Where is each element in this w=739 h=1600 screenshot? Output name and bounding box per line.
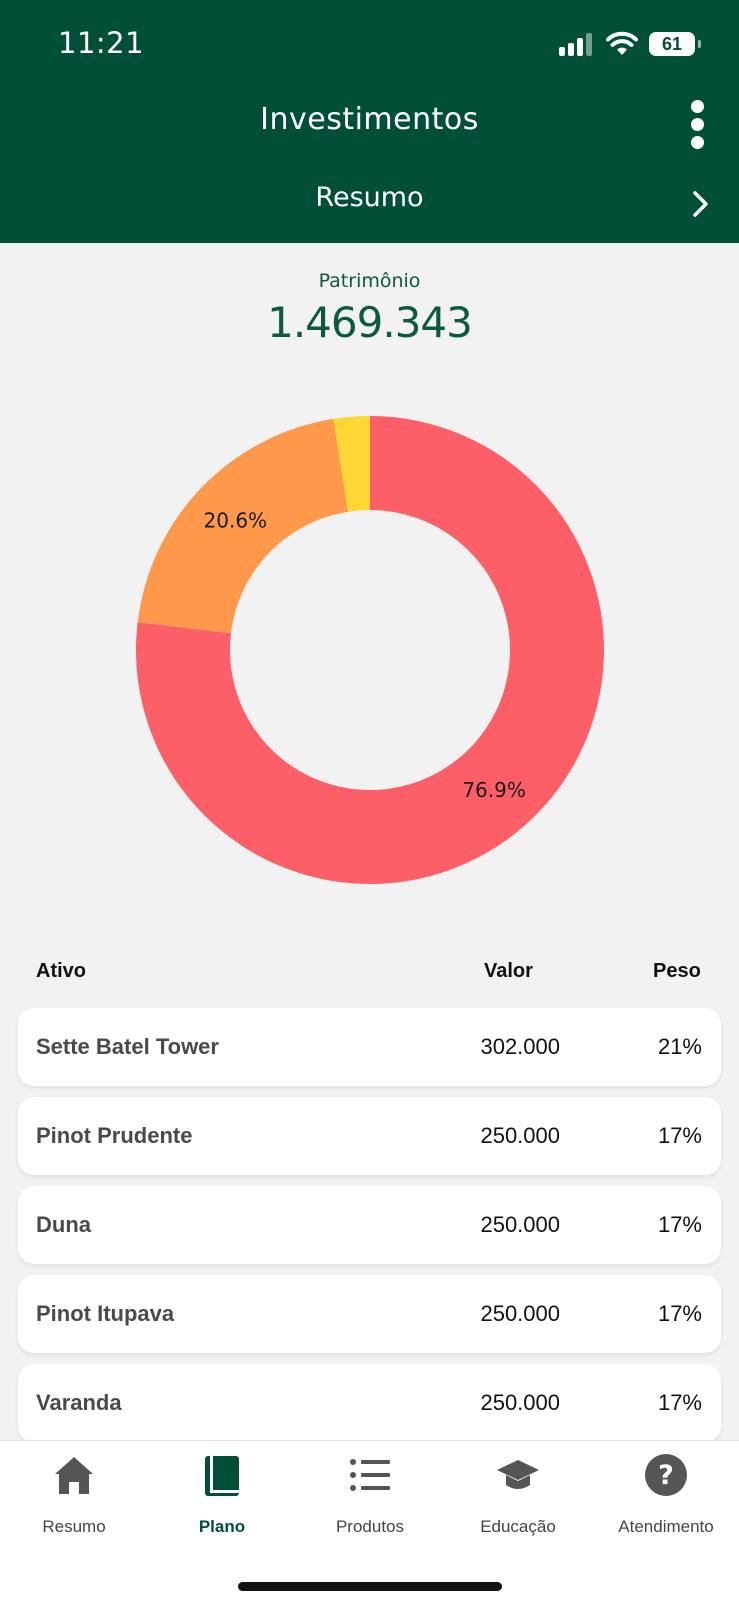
book-icon: [205, 1456, 239, 1496]
allocation-donut-chart[interactable]: 76.9% 20.6%: [136, 416, 604, 884]
table-row[interactable]: Sette Batel Tower 302.000 21%: [18, 1008, 721, 1086]
asset-weight: 17%: [657, 1123, 702, 1148]
wifi-icon: [606, 31, 638, 55]
asset-name: Pinot Prudente: [36, 1123, 193, 1148]
slice-label: 20.6%: [204, 508, 268, 532]
asset-name: Duna: [36, 1212, 91, 1237]
status-time: 11:21: [58, 26, 145, 60]
status-icons: 61: [559, 30, 709, 58]
table-row[interactable]: Pinot Itupava 250.000 17%: [18, 1275, 721, 1353]
chevron-right-icon[interactable]: [690, 190, 712, 218]
tab-resumo[interactable]: Resumo: [0, 1441, 148, 1551]
column-header-value: Valor: [484, 960, 533, 982]
home-icon: [55, 1457, 93, 1494]
asset-value: 250.000: [480, 1212, 560, 1237]
asset-value: 250.000: [480, 1390, 560, 1415]
tab-label: Educação: [480, 1517, 556, 1536]
patrimonio-value: 1.469.343: [267, 298, 473, 347]
list-icon: [350, 1459, 390, 1491]
tab-label: Produtos: [335, 1517, 405, 1536]
tab-label: Atendimento: [618, 1517, 714, 1536]
svg-text:?: ?: [658, 1460, 674, 1491]
asset-name: Sette Batel Tower: [36, 1034, 219, 1059]
battery-level: 61: [649, 32, 695, 56]
asset-value: 250.000: [480, 1123, 560, 1148]
graduation-cap-icon: [497, 1460, 539, 1489]
slice-label: 76.9%: [462, 778, 526, 802]
tab-plano[interactable]: Plano: [148, 1441, 296, 1551]
asset-value: 250.000: [480, 1301, 560, 1326]
tab-atendimento[interactable]: ? Atendimento: [592, 1441, 739, 1551]
more-options-icon[interactable]: [686, 100, 710, 150]
tab-label: Plano: [198, 1517, 246, 1536]
table-row[interactable]: Varanda 250.000 17%: [18, 1364, 721, 1442]
bottom-tab-bar: Resumo Plano Produtos Educação ? Atendim…: [0, 1440, 739, 1600]
home-indicator: [238, 1582, 502, 1591]
battery-nub: [698, 40, 701, 48]
asset-weight: 21%: [657, 1034, 702, 1059]
column-header-weight: Peso: [653, 960, 701, 982]
section-selector[interactable]: Resumo: [0, 182, 739, 213]
table-row[interactable]: Duna 250.000 17%: [18, 1186, 721, 1264]
asset-weight: 17%: [657, 1301, 702, 1326]
help-icon: ?: [645, 1454, 687, 1496]
page-title: Investimentos: [260, 102, 479, 137]
tab-label: Resumo: [42, 1517, 106, 1536]
app-header: 11:21 61 Investimentos Resumo: [0, 0, 739, 243]
tab-educacao[interactable]: Educação: [444, 1441, 592, 1551]
asset-weight: 17%: [657, 1212, 702, 1237]
tab-produtos[interactable]: Produtos: [296, 1441, 444, 1551]
asset-name: Varanda: [36, 1390, 122, 1415]
patrimonio-label: Patrimônio: [318, 270, 421, 292]
asset-value: 302.000: [480, 1034, 560, 1059]
table-row[interactable]: Pinot Prudente 250.000 17%: [18, 1097, 721, 1175]
column-header-asset: Ativo: [36, 960, 86, 982]
asset-weight: 17%: [657, 1390, 702, 1415]
asset-name: Pinot Itupava: [36, 1301, 175, 1326]
signal-icon: [559, 32, 597, 56]
